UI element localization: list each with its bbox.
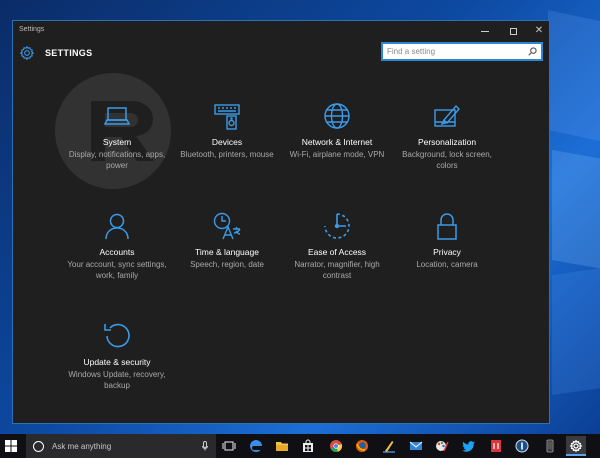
tile-system[interactable]: System Display, notifications, apps, pow… xyxy=(57,101,177,171)
task-view-button[interactable] xyxy=(219,436,239,456)
taskbar-app-firefox[interactable] xyxy=(352,436,372,456)
tile-description: Your account, sync settings, work, famil… xyxy=(67,260,167,280)
tile-description: Location, camera xyxy=(416,260,478,269)
desktop-light-ray xyxy=(552,150,600,275)
search-icon[interactable] xyxy=(528,47,537,56)
phone-icon xyxy=(546,439,554,453)
time-language-icon xyxy=(213,212,241,240)
person-icon xyxy=(105,213,129,240)
password-manager-icon xyxy=(515,439,529,453)
taskbar: Ask me anything xyxy=(0,434,600,458)
windows-start-icon[interactable] xyxy=(5,440,17,452)
devices-icon xyxy=(214,104,240,130)
minimize-icon xyxy=(481,30,489,32)
tile-label: Update & security xyxy=(83,357,151,367)
cortana-icon xyxy=(33,440,44,452)
taskbar-app-phone[interactable] xyxy=(540,436,560,456)
paint-app-icon xyxy=(436,441,449,452)
taskbar-app-paint[interactable] xyxy=(432,436,452,456)
tile-network[interactable]: Network & Internet Wi-Fi, airplane mode,… xyxy=(277,101,397,160)
maximize-button[interactable] xyxy=(499,23,527,39)
page-title: SETTINGS xyxy=(45,48,93,58)
taskbar-app-chrome[interactable] xyxy=(326,436,346,456)
ease-of-access-icon xyxy=(324,213,350,239)
taskbar-app-explorer[interactable] xyxy=(272,436,292,456)
taskbar-app-twitter[interactable] xyxy=(459,436,479,456)
twitter-icon xyxy=(462,441,475,452)
taskbar-app-store[interactable] xyxy=(298,436,318,456)
taskbar-app-password-manager[interactable] xyxy=(512,436,532,456)
edge-icon xyxy=(250,440,262,452)
tile-update-security[interactable]: Update & security Windows Update, recove… xyxy=(57,321,177,391)
globe-icon xyxy=(324,103,350,129)
pen-app-icon xyxy=(383,441,395,453)
window-title: Settings xyxy=(19,26,45,33)
tile-label: Devices xyxy=(211,137,243,147)
task-view-icon xyxy=(222,441,236,451)
store-icon xyxy=(303,439,313,452)
firefox-icon xyxy=(356,440,368,452)
tile-label: Ease of Access xyxy=(307,247,367,257)
minimize-button[interactable] xyxy=(471,23,499,39)
tile-label: Time & language xyxy=(195,247,259,257)
microphone-icon[interactable] xyxy=(202,441,208,451)
chrome-icon xyxy=(330,440,343,453)
tile-devices[interactable]: Devices Bluetooth, printers, mouse xyxy=(167,101,287,160)
tile-label: Accounts xyxy=(99,247,135,257)
settings-window: Settings ✕ SETTINGS System Display, noti… xyxy=(12,20,550,424)
tile-description: Bluetooth, printers, mouse xyxy=(180,150,274,159)
tile-personalization[interactable]: Personalization Background, lock screen,… xyxy=(387,101,507,171)
maximize-icon xyxy=(509,27,517,35)
close-button[interactable]: ✕ xyxy=(525,23,553,39)
tile-time-language[interactable]: Time & language Speech, region, date xyxy=(167,211,287,270)
file-explorer-icon xyxy=(276,442,288,451)
search-box[interactable] xyxy=(381,42,543,61)
tile-description: Background, lock screen, colors xyxy=(402,150,492,170)
taskbar-app-settings[interactable] xyxy=(566,436,586,456)
taskbar-app-red[interactable] xyxy=(486,436,506,456)
desktop-light-ray xyxy=(552,265,600,395)
tile-label: Personalization xyxy=(417,137,477,147)
laptop-icon xyxy=(103,107,131,125)
settings-header: SETTINGS xyxy=(13,41,549,71)
gear-icon xyxy=(19,45,35,61)
taskbar-app-pen[interactable] xyxy=(379,436,399,456)
title-bar[interactable]: Settings ✕ xyxy=(13,21,549,41)
tile-label: Privacy xyxy=(433,247,461,257)
tile-description: Windows Update, recovery, backup xyxy=(68,370,166,390)
update-icon xyxy=(104,323,130,348)
tile-description: Display, notifications, apps, power xyxy=(68,150,166,170)
tile-accounts[interactable]: Accounts Your account, sync settings, wo… xyxy=(57,211,177,281)
tile-privacy[interactable]: Privacy Location, camera xyxy=(387,211,507,270)
settings-app-icon xyxy=(569,439,583,453)
red-app-icon xyxy=(491,440,501,452)
search-input[interactable] xyxy=(387,47,528,56)
close-icon: ✕ xyxy=(534,25,544,36)
paint-icon xyxy=(434,104,460,127)
tile-description: Speech, region, date xyxy=(190,260,264,269)
cortana-search-bar[interactable]: Ask me anything xyxy=(26,434,216,458)
tile-label: Network & Internet xyxy=(301,137,373,147)
desktop-light-ray xyxy=(548,10,600,150)
tile-label: System xyxy=(102,137,132,147)
taskbar-app-mail[interactable] xyxy=(406,436,426,456)
tile-description: Narrator, magnifier, high contrast xyxy=(294,260,380,280)
taskbar-app-edge[interactable] xyxy=(246,436,266,456)
mail-icon xyxy=(409,441,423,450)
tile-description: Wi-Fi, airplane mode, VPN xyxy=(289,150,385,159)
lock-icon xyxy=(437,213,457,240)
cortana-search-text: Ask me anything xyxy=(52,441,112,451)
tile-ease-of-access[interactable]: Ease of Access Narrator, magnifier, high… xyxy=(277,211,397,281)
